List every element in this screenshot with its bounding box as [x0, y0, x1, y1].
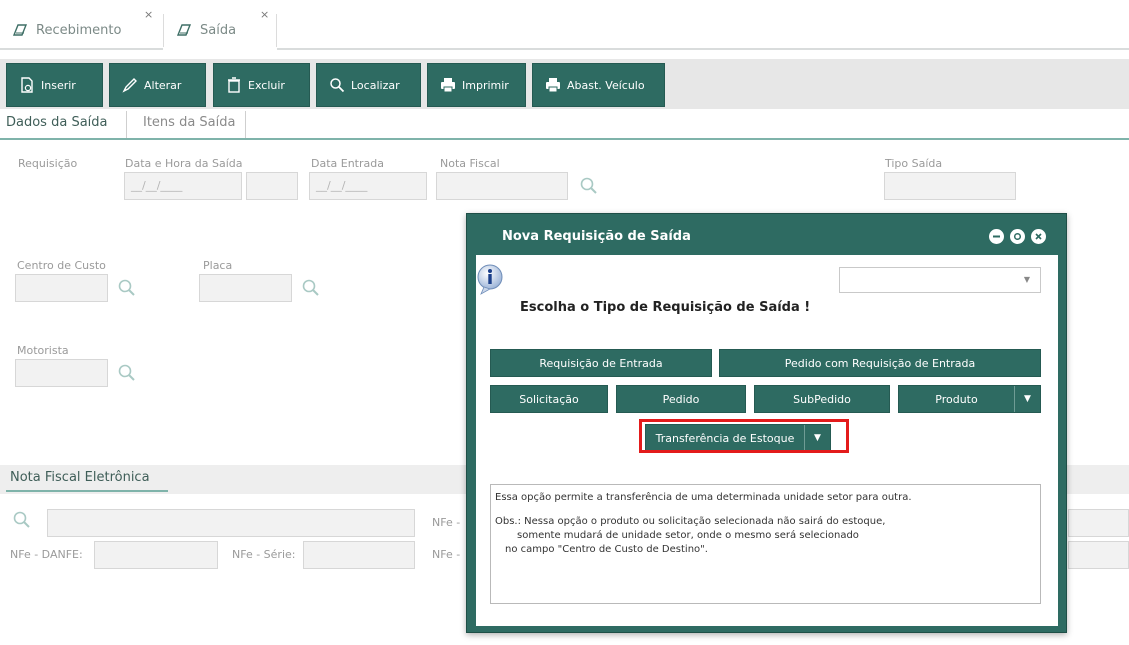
- tab-label: Saída: [200, 22, 237, 38]
- button-label: SubPedido: [793, 392, 851, 406]
- minimize-icon[interactable]: [989, 229, 1004, 244]
- tab-dados-saida[interactable]: Dados da Saída: [6, 115, 108, 130]
- close-icon[interactable]: [1031, 229, 1046, 244]
- document-tab-strip: Recebimento × Saída ×: [0, 0, 1129, 52]
- search-icon[interactable]: [12, 510, 32, 530]
- search-icon[interactable]: [579, 176, 599, 196]
- close-icon[interactable]: ×: [144, 8, 153, 21]
- produto-button[interactable]: Produto ▼: [898, 385, 1041, 413]
- abast-veiculo-button[interactable]: Abast. Veículo: [532, 63, 665, 107]
- search-icon[interactable]: [301, 278, 321, 298]
- search-icon: [329, 77, 345, 93]
- tab-itens-saida[interactable]: Itens da Saída: [143, 115, 235, 130]
- section-underline: [6, 490, 168, 492]
- description-line: Obs.: Nessa opção o produto ou solicitaç…: [495, 516, 886, 527]
- tipo-saida-label: Tipo Saída: [885, 157, 943, 170]
- nfe-field-right[interactable]: [1068, 541, 1129, 569]
- motorista-label: Motorista: [17, 344, 69, 357]
- placa-field[interactable]: [199, 274, 292, 302]
- chevron-down-icon: ▼: [1023, 275, 1030, 284]
- printer-icon: [545, 77, 561, 93]
- nota-fiscal-label: Nota Fiscal: [440, 157, 500, 170]
- dialog-prompt: Escolha o Tipo de Requisição de Saída !: [520, 300, 811, 315]
- nota-fiscal-field[interactable]: [436, 172, 568, 200]
- description-line: no campo "Centro de Custo de Destino".: [505, 544, 708, 555]
- button-label: Pedido: [662, 392, 700, 406]
- dialog-title: Nova Requisição de Saída: [502, 229, 691, 244]
- button-label: Abast. Veículo: [567, 78, 645, 92]
- data-hora-saida-label: Data e Hora da Saída: [125, 157, 243, 170]
- hora-saida-field[interactable]: [246, 172, 298, 200]
- requisicao-entrada-button[interactable]: Requisição de Entrada: [490, 349, 712, 377]
- tipo-requisicao-select[interactable]: ▼: [839, 267, 1041, 293]
- highlight-box: [639, 419, 849, 453]
- data-entrada-label: Data Entrada: [311, 157, 384, 170]
- tab-saida[interactable]: Saída ×: [176, 8, 269, 48]
- button-label: Inserir: [41, 78, 76, 92]
- close-icon[interactable]: ×: [260, 8, 269, 21]
- description-line: somente mudará de unidade setor, onde o …: [517, 530, 859, 541]
- info-icon: [477, 264, 503, 295]
- search-icon[interactable]: [117, 278, 137, 298]
- nfe-field-right[interactable]: [1068, 509, 1129, 537]
- data-saida-field[interactable]: __/__/____: [124, 172, 242, 200]
- divider: [245, 111, 246, 139]
- toolbar: Inserir Alterar Excluir Localizar Imprim…: [0, 59, 1129, 109]
- divider: [163, 14, 164, 48]
- excluir-button[interactable]: Excluir: [213, 63, 310, 107]
- tab-label: Recebimento: [36, 22, 122, 38]
- tab-baseline: [0, 138, 1129, 140]
- button-label: Localizar: [351, 78, 400, 92]
- localizar-button[interactable]: Localizar: [316, 63, 421, 107]
- description-box: Essa opção permite a transferência de um…: [490, 484, 1041, 604]
- button-label: Imprimir: [462, 78, 509, 92]
- new-document-icon: [19, 77, 35, 93]
- solicitacao-button[interactable]: Solicitação: [490, 385, 608, 413]
- restore-icon[interactable]: [1010, 229, 1025, 244]
- description-line: Essa opção permite a transferência de um…: [495, 492, 912, 503]
- nfe-label: NFe -: [432, 548, 461, 561]
- search-icon[interactable]: [117, 363, 137, 383]
- button-label: Requisição de Entrada: [539, 356, 663, 370]
- printer-icon: [440, 77, 456, 93]
- nfe-section-title: Nota Fiscal Eletrônica: [10, 470, 150, 485]
- nfe-danfe-label: NFe - DANFE:: [10, 548, 83, 561]
- centro-custo-field[interactable]: [15, 274, 108, 302]
- tab-recebimento[interactable]: Recebimento ×: [12, 8, 153, 48]
- pencil-icon: [122, 77, 138, 93]
- nfe-chave-field[interactable]: [47, 509, 415, 537]
- inserir-button[interactable]: Inserir: [6, 63, 103, 107]
- form-tabs: Dados da Saída Itens da Saída: [0, 111, 1129, 139]
- document-icon: [176, 24, 192, 36]
- nfe-serie-label: NFe - Série:: [232, 548, 296, 561]
- placa-label: Placa: [203, 259, 233, 272]
- button-label: Pedido com Requisição de Entrada: [784, 356, 976, 370]
- divider: [276, 14, 277, 48]
- motorista-field[interactable]: [15, 359, 108, 387]
- pedido-requisicao-entrada-button[interactable]: Pedido com Requisição de Entrada: [719, 349, 1041, 377]
- document-icon: [12, 24, 28, 36]
- nfe-label: NFe -: [432, 516, 461, 529]
- data-entrada-field[interactable]: __/__/____: [309, 172, 427, 200]
- dropdown-arrow-icon[interactable]: ▼: [1014, 386, 1040, 412]
- button-label: Solicitação: [519, 392, 579, 406]
- active-tab-indicator: [163, 47, 277, 50]
- button-label: Alterar: [144, 78, 182, 92]
- alterar-button[interactable]: Alterar: [109, 63, 206, 107]
- nfe-serie-field[interactable]: [303, 541, 415, 569]
- imprimir-button[interactable]: Imprimir: [427, 63, 526, 107]
- requisicao-label: Requisição: [18, 157, 78, 170]
- divider: [126, 111, 127, 139]
- trash-icon: [226, 77, 242, 93]
- pedido-button[interactable]: Pedido: [616, 385, 746, 413]
- subpedido-button[interactable]: SubPedido: [754, 385, 890, 413]
- button-label: Excluir: [248, 78, 285, 92]
- tipo-saida-field[interactable]: [884, 172, 1016, 200]
- centro-custo-label: Centro de Custo: [17, 259, 106, 272]
- button-label: Produto: [935, 392, 978, 406]
- nfe-danfe-field[interactable]: [94, 541, 218, 569]
